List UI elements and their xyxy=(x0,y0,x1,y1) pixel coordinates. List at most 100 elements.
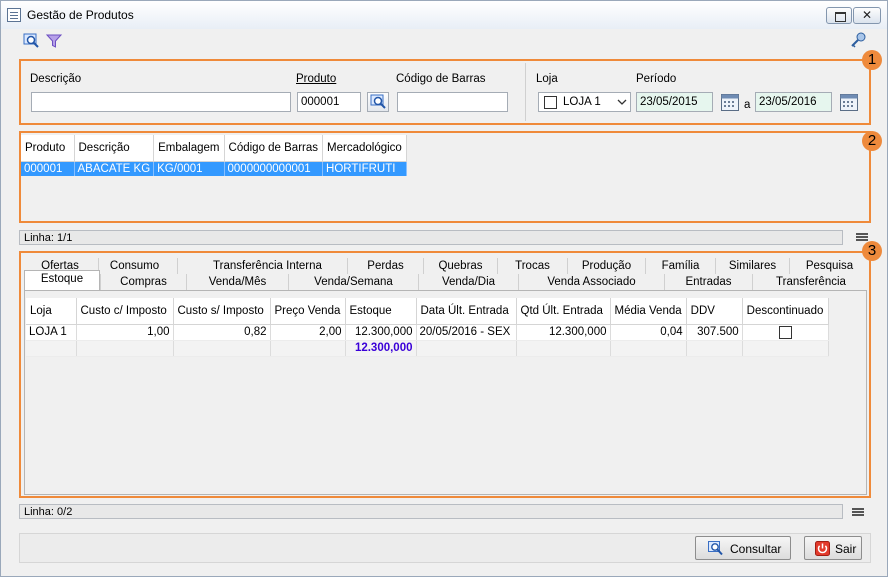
table-cell[interactable]: 0,04 xyxy=(610,324,687,341)
column-header[interactable]: Custo c/ Imposto xyxy=(76,298,174,325)
tab-quebras[interactable]: Quebras xyxy=(423,258,497,274)
column-header[interactable]: Média Venda xyxy=(610,298,687,325)
column-header[interactable]: Descontinuado xyxy=(742,298,829,325)
column-header[interactable]: Preço Venda xyxy=(270,298,346,325)
column-header[interactable]: Embalagem xyxy=(153,135,225,162)
descricao-input[interactable] xyxy=(31,92,291,112)
tab-transferencia-interna[interactable]: Transferência Interna xyxy=(177,258,357,274)
table-cell[interactable]: HORTIFRUTI xyxy=(322,161,407,176)
table-cell[interactable]: 20/05/2016 - SEX xyxy=(416,324,517,341)
key-icon[interactable] xyxy=(849,32,867,48)
consultar-button[interactable]: Consultar xyxy=(695,536,791,560)
produto-label[interactable]: Produto xyxy=(296,73,336,85)
codigo-barras-label: Código de Barras xyxy=(396,73,486,85)
table-cell[interactable]: 12.300,000 xyxy=(345,324,417,341)
table-cell[interactable]: 000001 xyxy=(21,161,75,176)
table-row[interactable]: LOJA 1 1,00 0,82 2,00 12.300,000 20/05/2… xyxy=(26,324,829,341)
tab-familia[interactable]: Família xyxy=(645,258,715,274)
tab-venda-dia[interactable]: Venda/Dia xyxy=(418,274,518,290)
produto-search-button[interactable] xyxy=(367,92,389,112)
codigo-barras-input[interactable] xyxy=(397,92,508,112)
tab-perdas[interactable]: Perdas xyxy=(347,258,423,274)
column-header[interactable]: Código de Barras xyxy=(224,135,324,162)
table-cell[interactable]: 0000000000001 xyxy=(224,161,324,176)
tab-trocas[interactable]: Trocas xyxy=(497,258,567,274)
column-header[interactable]: Estoque xyxy=(345,298,417,325)
tab-estoque[interactable]: Estoque xyxy=(24,270,100,290)
descontinuado-checkbox[interactable] xyxy=(778,325,792,339)
tab-producao[interactable]: Produção xyxy=(567,258,645,274)
window-form-icon xyxy=(7,8,21,22)
products-group: Produto Descrição Embalagem Código de Ba… xyxy=(19,131,871,223)
column-header[interactable]: DDV xyxy=(686,298,743,325)
main-window: Gestão de Produtos ✕ Descrição Produto 0… xyxy=(0,0,888,577)
restore-button[interactable] xyxy=(826,7,852,24)
tab-venda-associado[interactable]: Venda Associado xyxy=(518,274,664,290)
chevron-down-icon xyxy=(617,99,627,105)
table-cell xyxy=(76,340,174,357)
grid-menu-icon[interactable] xyxy=(852,507,864,517)
divider xyxy=(525,63,526,121)
tab-similares[interactable]: Similares xyxy=(715,258,789,274)
table-cell xyxy=(686,340,743,357)
sair-button[interactable]: Sair xyxy=(804,536,862,560)
table-cell[interactable]: KG/0001 xyxy=(153,161,225,176)
loja-value: LOJA 1 xyxy=(563,96,601,108)
table-cell[interactable] xyxy=(742,324,829,341)
section-badge-2: 2 xyxy=(862,131,882,151)
table-cell xyxy=(26,340,77,357)
tab-venda-mes[interactable]: Venda/Mês xyxy=(186,274,288,290)
section-badge-1: 1 xyxy=(862,50,882,70)
periodo-a-label: a xyxy=(744,99,751,111)
table-cell[interactable]: 2,00 xyxy=(270,324,346,341)
table-cell[interactable]: 0,82 xyxy=(173,324,271,341)
power-icon xyxy=(815,541,830,556)
table-cell[interactable]: LOJA 1 xyxy=(26,324,77,341)
consultar-label: Consultar xyxy=(730,542,782,556)
calendar-icon[interactable] xyxy=(839,92,859,112)
table-cell xyxy=(270,340,346,357)
window-title: Gestão de Produtos xyxy=(27,8,134,22)
tab-pesquisa[interactable]: Pesquisa xyxy=(789,258,869,274)
column-header[interactable]: Descrição xyxy=(74,135,155,162)
products-status-bar: Linha: 1/1 xyxy=(19,230,843,245)
calendar-icon[interactable] xyxy=(720,92,740,112)
produto-input[interactable]: 000001 xyxy=(297,92,361,112)
tab-venda-semana[interactable]: Venda/Semana xyxy=(288,274,418,290)
column-header[interactable]: Data Últ. Entrada xyxy=(416,298,517,325)
loja-select[interactable]: LOJA 1 xyxy=(538,92,631,112)
table-cell xyxy=(742,340,829,357)
table-row-selected[interactable]: 000001 ABACATE KG KG/0001 0000000000001 … xyxy=(21,161,407,176)
table-cell[interactable]: ABACATE KG xyxy=(74,161,155,176)
grid-menu-icon[interactable] xyxy=(856,232,868,242)
close-button[interactable]: ✕ xyxy=(853,7,881,24)
estoque-table: Loja Custo c/ Imposto Custo s/ Imposto P… xyxy=(26,298,829,357)
table-cell[interactable]: 307.500 xyxy=(686,324,743,341)
column-header[interactable]: Produto xyxy=(21,135,75,162)
close-icon: ✕ xyxy=(861,8,873,22)
column-header[interactable]: Custo s/ Imposto xyxy=(173,298,271,325)
search-icon xyxy=(708,541,723,556)
tab-transferencia[interactable]: Transferência xyxy=(752,274,869,290)
totals-row: 12.300,000 xyxy=(26,340,829,357)
column-header[interactable]: Loja xyxy=(26,298,77,325)
total-estoque: 12.300,000 xyxy=(345,340,417,357)
periodo-label: Período xyxy=(636,73,677,85)
tab-consumo[interactable]: Consumo xyxy=(98,258,170,274)
filters-group: Descrição Produto 000001 Código de Barra… xyxy=(19,59,871,125)
periodo-de-input[interactable]: 23/05/2015 xyxy=(636,92,713,112)
column-header[interactable]: Mercadológico xyxy=(322,135,407,162)
loja-checkbox[interactable] xyxy=(544,96,557,109)
filter-icon[interactable] xyxy=(45,33,63,49)
column-header[interactable]: Qtd Últ. Entrada xyxy=(516,298,611,325)
tab-entradas[interactable]: Entradas xyxy=(664,274,752,290)
details-group: Ofertas Consumo Transferência Interna Pe… xyxy=(19,251,871,498)
table-cell xyxy=(516,340,611,357)
section-badge-3: 3 xyxy=(862,241,882,261)
table-cell[interactable]: 12.300,000 xyxy=(516,324,611,341)
periodo-ate-input[interactable]: 23/05/2016 xyxy=(755,92,832,112)
search-icon[interactable] xyxy=(23,33,41,49)
tab-compras[interactable]: Compras xyxy=(100,274,186,290)
table-cell[interactable]: 1,00 xyxy=(76,324,174,341)
descricao-label: Descrição xyxy=(30,73,82,85)
